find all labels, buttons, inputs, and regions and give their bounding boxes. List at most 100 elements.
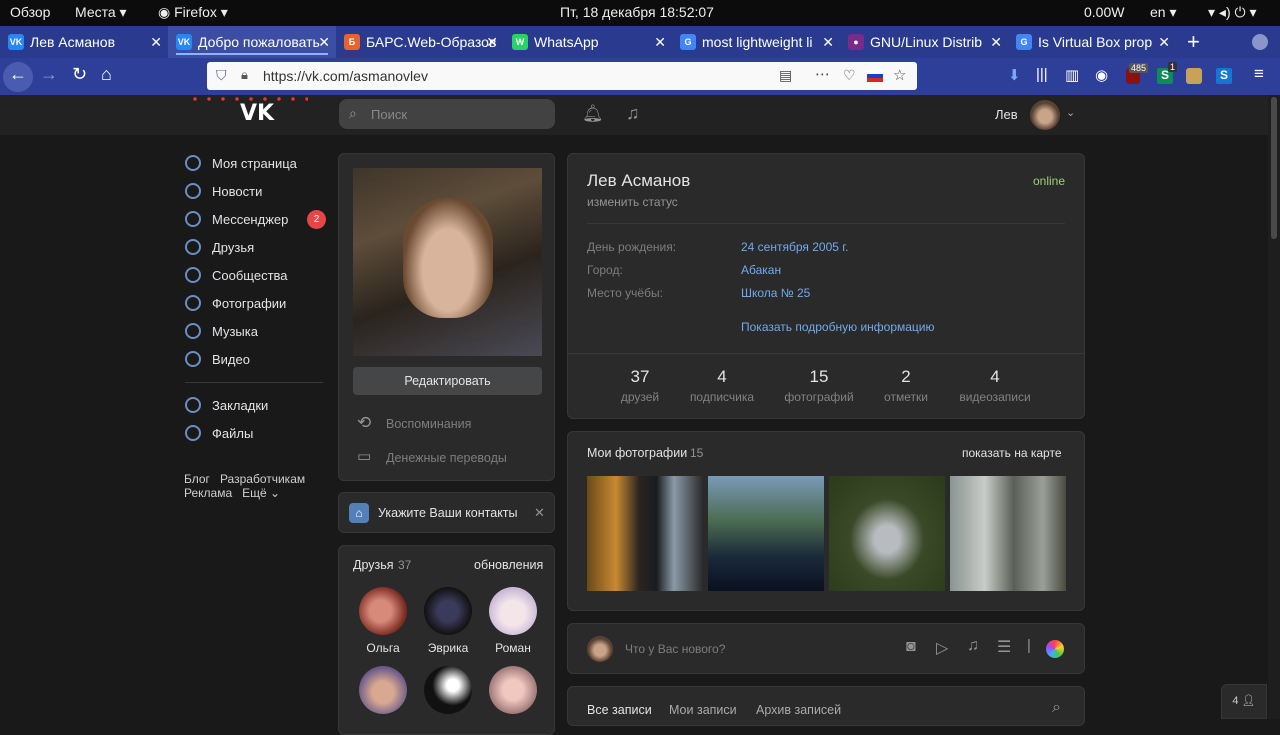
reader-view-icon[interactable]: ▤: [779, 67, 792, 84]
post-input[interactable]: Что у Вас нового?: [625, 642, 725, 656]
places-menu[interactable]: Места ▾: [75, 4, 127, 21]
page-scrollbar[interactable]: [1268, 95, 1280, 719]
extension-bag-icon[interactable]: [1186, 68, 1202, 84]
close-icon[interactable]: ✕: [1158, 34, 1170, 51]
account-icon[interactable]: ◉: [1095, 66, 1108, 84]
vk-logo[interactable]: VK: [240, 101, 274, 126]
footer-link-ads[interactable]: Реклама: [184, 486, 232, 500]
clock[interactable]: Пт, 18 декабря 18:52:07: [560, 4, 714, 20]
library-icon[interactable]: |||: [1036, 66, 1048, 83]
tab-all-posts[interactable]: Все записи: [587, 703, 652, 717]
tab-2[interactable]: VK Добро пожаловать ✕: [168, 26, 336, 58]
reload-icon[interactable]: ↻: [72, 64, 87, 85]
sidebar-item-user[interactable]: Моя страница: [185, 153, 297, 173]
sidebar-item-music[interactable]: Музыка: [185, 321, 258, 341]
power-indicator[interactable]: 0.00W: [1084, 4, 1124, 20]
friend-name[interactable]: Роман: [483, 641, 543, 655]
forward-icon[interactable]: →: [40, 64, 58, 85]
friends-title[interactable]: Друзья: [353, 558, 394, 572]
video-icon[interactable]: ▷: [936, 638, 948, 658]
sidebar-item-file[interactable]: Файлы: [185, 423, 253, 443]
download-icon[interactable]: ⬇: [1008, 66, 1021, 84]
contacts-prompt-text[interactable]: Укажите Ваши контакты: [378, 506, 518, 520]
photo-thumbnail[interactable]: [829, 476, 945, 591]
sidebar-item-groups[interactable]: Сообщества: [185, 265, 288, 285]
footer-link-blog[interactable]: Блог: [184, 472, 210, 486]
tab-6[interactable]: ● GNU/Linux Distrib ✕: [840, 26, 1008, 58]
tab-my-posts[interactable]: Мои записи: [669, 703, 737, 717]
search-icon[interactable]: ⌕: [1052, 699, 1061, 717]
friend-avatar[interactable]: [359, 587, 407, 635]
close-icon[interactable]: ✕: [990, 34, 1002, 51]
avatar[interactable]: [1030, 100, 1060, 130]
close-icon[interactable]: ✕: [654, 34, 666, 51]
sidebar-item-star[interactable]: Закладки: [185, 395, 268, 415]
close-icon[interactable]: ✕: [150, 34, 162, 51]
chevron-down-icon[interactable]: ⌄: [1066, 106, 1075, 119]
music-icon[interactable]: ♫: [967, 637, 979, 655]
back-icon[interactable]: ←: [9, 64, 27, 85]
tab-4[interactable]: W WhatsApp ✕: [504, 26, 672, 58]
counter-2[interactable]: 15 фотографий: [779, 367, 859, 404]
sidebar-item-video[interactable]: Видео: [185, 349, 250, 369]
info-value[interactable]: Школа № 25: [741, 286, 810, 300]
pocket-icon[interactable]: ♡: [843, 67, 856, 84]
bookmark-star-icon[interactable]: ☆: [893, 66, 906, 84]
tab-3[interactable]: ББАРС.Web-Образование✕: [336, 26, 504, 58]
system-menu[interactable]: ▾ ◂) ⏻ ▾: [1208, 4, 1257, 21]
tab-1[interactable]: VK Лев Асманов ✕: [0, 26, 168, 58]
sidebar-icon[interactable]: ▥: [1065, 66, 1079, 84]
money-transfers-link[interactable]: Денежные переводы: [386, 451, 507, 465]
footer-link-more[interactable]: Ещё ⌄: [242, 486, 280, 500]
footer-link-dev[interactable]: Разработчикам: [220, 472, 305, 486]
profile-photo[interactable]: [353, 168, 542, 356]
extension-skype-icon[interactable]: S: [1216, 68, 1232, 84]
friend-avatar[interactable]: [424, 666, 472, 714]
friend-avatar[interactable]: [489, 587, 537, 635]
counter-0[interactable]: 37 друзей: [600, 367, 680, 404]
edit-profile-button[interactable]: Редактировать: [353, 367, 542, 395]
sidebar-item-news[interactable]: Новости: [185, 181, 262, 201]
language-selector[interactable]: en ▾: [1150, 4, 1177, 21]
friend-name[interactable]: Ольга: [353, 641, 413, 655]
photos-title[interactable]: Мои фотографии: [587, 446, 687, 460]
friends-updates-link[interactable]: обновления: [474, 558, 543, 572]
close-icon[interactable]: ✕: [318, 34, 330, 51]
scrollbar-thumb[interactable]: [1271, 97, 1277, 239]
search-input[interactable]: ⌕ Поиск: [339, 99, 555, 129]
photo-thumbnail[interactable]: [587, 476, 703, 591]
music-icon[interactable]: ♫: [626, 103, 640, 124]
tab-7[interactable]: G Is Virtual Box prop ✕: [1008, 26, 1176, 58]
show-more-info-link[interactable]: Показать подробную информацию: [741, 320, 935, 334]
poll-icon[interactable]: ☰: [997, 637, 1011, 657]
app-menu[interactable]: ◉ Firefox ▾: [158, 4, 228, 21]
hamburger-menu-icon[interactable]: ≡: [1254, 64, 1264, 84]
sidebar-item-photo[interactable]: Фотографии: [185, 293, 286, 313]
close-icon[interactable]: ✕: [534, 505, 545, 521]
friend-name[interactable]: Эврика: [418, 641, 478, 655]
counter-3[interactable]: 2 отметки: [866, 367, 946, 404]
page-actions-icon[interactable]: ⋯: [815, 65, 830, 83]
friend-avatar[interactable]: [489, 666, 537, 714]
activities-button[interactable]: Обзор: [10, 4, 50, 20]
sidebar-item-message[interactable]: Мессенджер 2: [185, 209, 326, 229]
info-value[interactable]: 24 сентября 2005 г.: [741, 240, 849, 254]
info-value[interactable]: Абакан: [741, 263, 781, 277]
contacts-prompt-card[interactable]: ⌂ Укажите Ваши контакты ✕: [338, 492, 555, 533]
photo-thumbnail[interactable]: [950, 476, 1066, 591]
chat-counter[interactable]: 4 👤︎: [1221, 684, 1267, 719]
close-icon[interactable]: ✕: [822, 34, 834, 51]
lock-icon[interactable]: 🔒︎: [241, 67, 248, 83]
bell-icon[interactable]: 🔔︎: [582, 104, 604, 124]
sidebar-item-friends[interactable]: Друзья: [185, 237, 254, 257]
friend-avatar[interactable]: [424, 587, 472, 635]
shield-icon[interactable]: ⛉: [216, 67, 227, 84]
memories-link[interactable]: Воспоминания: [386, 417, 471, 431]
russian-flag-icon[interactable]: [867, 70, 883, 82]
home-icon[interactable]: ⌂: [101, 64, 112, 85]
photo-thumbnail[interactable]: [708, 476, 824, 591]
tab-archive[interactable]: Архив записей: [756, 703, 841, 717]
url-text[interactable]: https://vk.com/asmanovlev: [263, 68, 428, 84]
camera-icon[interactable]: ◙: [906, 638, 916, 656]
user-name[interactable]: Лев: [995, 107, 1018, 122]
